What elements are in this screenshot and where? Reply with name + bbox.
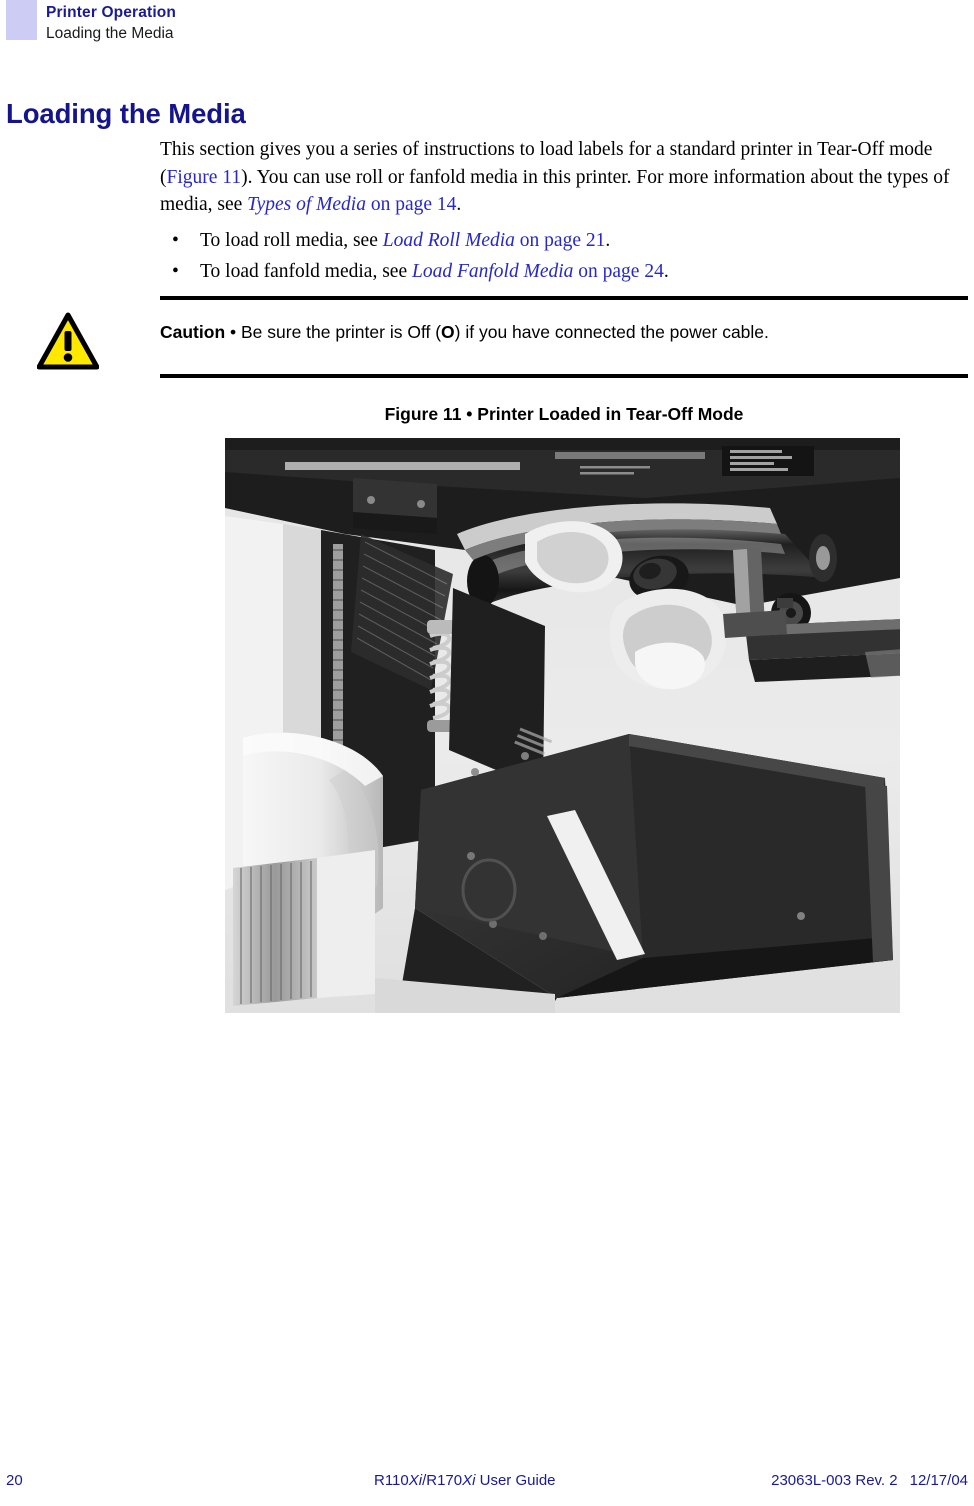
intro-paragraph: This section gives you a series of instr…	[160, 136, 970, 219]
page-title: Loading the Media	[6, 98, 246, 130]
caution-admonition: Caution • Be sure the printer is Off (O)…	[0, 296, 974, 386]
caution-text: Caution • Be sure the printer is Off (O)…	[160, 320, 968, 344]
footer-guide-xi-2: Xi	[462, 1472, 476, 1489]
xref-figure-11[interactable]: Figure 11	[167, 167, 242, 188]
footer-page-number: 20	[6, 1472, 23, 1489]
footer-revision-info: 23063L-003 Rev. 2 12/17/04	[771, 1472, 968, 1489]
footer-guide-prefix: R110	[374, 1472, 409, 1489]
bullet-icon: •	[172, 260, 179, 282]
xref-load-fanfold-media[interactable]: Load Fanfold Media	[412, 261, 573, 282]
xref-load-fanfold-media-page[interactable]: on page 24	[573, 261, 664, 282]
page-header: Printer Operation Loading the Media	[0, 0, 974, 48]
footer-guide-title: R110Xi/R170Xi User Guide	[374, 1472, 556, 1489]
caution-rule-bottom	[160, 374, 968, 378]
bullet-0-text-before: To load roll media, see	[200, 229, 383, 251]
figure-caption-number: Figure 11	[384, 404, 462, 424]
bullet-1-text-before: To load fanfold media, see	[200, 260, 412, 282]
power-off-symbol: O	[441, 322, 455, 342]
footer-date: 12/17/04	[909, 1472, 968, 1489]
figure-caption-separator: •	[461, 404, 478, 424]
list-item: • To load fanfold media, see Load Fanfold…	[160, 256, 970, 287]
bullet-0-text-after: .	[605, 229, 611, 251]
caution-rule-top	[160, 296, 968, 300]
caution-text-after: ) if you have connected the power cable.	[454, 322, 769, 342]
body-content: This section gives you a series of instr…	[160, 136, 970, 287]
bullet-icon: •	[172, 229, 179, 251]
warning-triangle-icon	[36, 312, 100, 370]
header-chapter-title: Printer Operation	[46, 4, 177, 21]
xref-load-roll-media[interactable]: Load Roll Media	[383, 230, 515, 251]
xref-types-of-media-page[interactable]: on page 14	[366, 194, 457, 215]
caution-label: Caution	[160, 322, 226, 342]
footer-part-number: 23063L-003 Rev. 2	[771, 1472, 898, 1489]
caution-text-before: Be sure the printer is Off (	[241, 322, 442, 342]
page-footer: 20 R110Xi/R170Xi User Guide 23063L-003 R…	[0, 1468, 974, 1498]
footer-guide-mid: /R170	[422, 1472, 463, 1489]
xref-load-roll-media-page[interactable]: on page 21	[515, 230, 606, 251]
header-section-title: Loading the Media	[46, 25, 174, 42]
list-item: • To load roll media, see Load Roll Media…	[160, 225, 970, 256]
bullet-1-text-after: .	[663, 260, 669, 282]
figure-caption-title: Printer Loaded in Tear-Off Mode	[477, 404, 744, 424]
xref-types-of-media[interactable]: Types of Media	[247, 194, 366, 215]
figure-photo-printer-tear-off-mode	[225, 438, 900, 1013]
header-color-swatch	[6, 0, 37, 40]
header-text-block: Printer Operation Loading the Media	[46, 2, 176, 44]
intro-text-part4: .	[456, 194, 462, 215]
media-links-list: • To load roll media, see Load Roll Media…	[160, 225, 970, 287]
figure-caption: Figure 11 • Printer Loaded in Tear-Off M…	[160, 404, 968, 425]
footer-guide-suffix: User Guide	[475, 1472, 556, 1489]
footer-guide-xi-1: Xi	[408, 1472, 423, 1489]
caution-separator: •	[225, 322, 241, 342]
